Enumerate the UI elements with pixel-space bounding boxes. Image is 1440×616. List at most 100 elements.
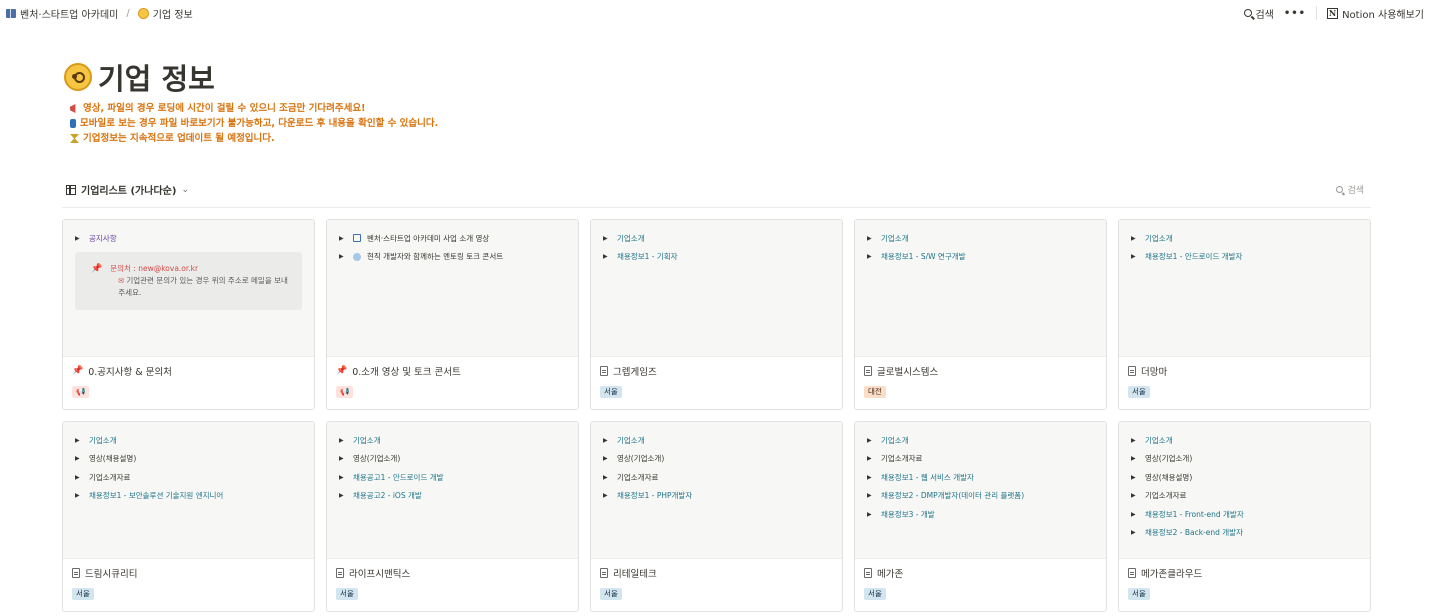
toggle-arrow-icon[interactable]: ▶	[1131, 511, 1139, 518]
card-title-text: 드림시큐리티	[85, 569, 138, 580]
toggle-item[interactable]: ▶ 영상(기업소개)	[603, 450, 830, 469]
toggle-arrow-icon[interactable]: ▶	[867, 492, 875, 499]
card-title[interactable]: 메가존	[864, 566, 903, 580]
notice-text: 영상, 파일의 경우 로딩에 시간이 걸릴 수 있으니 조금만 기다려주세요!	[83, 103, 366, 114]
notice-text: 기업정보는 지속적으로 업데이트 될 예정입니다.	[83, 133, 275, 144]
toggle-arrow-icon[interactable]: ▶	[75, 474, 83, 481]
toggle-item[interactable]: ▶ 기업소개자료	[867, 450, 1094, 469]
toggle-arrow-icon[interactable]: ▶	[867, 511, 875, 518]
card-title[interactable]: 드림시큐리티	[72, 566, 137, 580]
toggle-arrow-icon[interactable]: ▶	[603, 253, 611, 260]
toggle-arrow-icon[interactable]: ▶	[603, 235, 611, 242]
toggle-arrow-icon[interactable]: ▶	[603, 437, 611, 444]
toggle-item[interactable]: ▶ 기업소개자료	[1131, 487, 1358, 506]
toggle-item[interactable]: ▶ 공지사항	[75, 229, 302, 248]
breadcrumb-page[interactable]: 기업 정보	[153, 6, 193, 21]
toggle-item[interactable]: ▶ 기업소개	[75, 431, 302, 450]
toggle-arrow-icon[interactable]: ▶	[75, 437, 83, 444]
toggle-arrow-icon[interactable]: ▶	[75, 455, 83, 462]
toggle-arrow-icon[interactable]: ▶	[867, 253, 875, 260]
toggle-arrow-icon[interactable]: ▶	[1131, 253, 1139, 260]
gallery-card[interactable]: ▶ 기업소개 ▶ 영상(기업소개) ▶ 기업소개자료 ▶ 채용정보1 - PHP개발자 리테일테…	[590, 421, 843, 612]
toggle-item[interactable]: ▶ 채용정보1 - S/W 연구개발	[867, 248, 1094, 267]
toggle-item[interactable]: ▶ 기업소개자료	[75, 468, 302, 487]
toggle-item[interactable]: ▶ 기업소개	[867, 431, 1094, 450]
toggle-arrow-icon[interactable]: ▶	[75, 492, 83, 499]
notice-list: 영상, 파일의 경우 로딩에 시간이 걸릴 수 있으니 조금만 기다려주세요! …	[70, 101, 438, 146]
card-title[interactable]: 더망마	[1128, 364, 1167, 378]
toggle-arrow-icon[interactable]: ▶	[603, 492, 611, 499]
toggle-label: 채용정보1 - 웹 서비스 개발자	[881, 472, 974, 482]
database-search-button[interactable]: 검색	[1336, 183, 1364, 196]
toggle-arrow-icon[interactable]: ▶	[867, 455, 875, 462]
toggle-arrow-icon[interactable]: ▶	[339, 437, 347, 444]
toggle-arrow-icon[interactable]: ▶	[867, 474, 875, 481]
card-title[interactable]: 메가존클라우드	[1128, 566, 1202, 580]
toggle-item[interactable]: ▶ 채용정보2 - DMP개발자(데이터 관리 플랫폼)	[867, 487, 1094, 506]
toggle-item[interactable]: ▶ 채용정보1 - 기획자	[603, 248, 830, 267]
toggle-arrow-icon[interactable]: ▶	[1131, 437, 1139, 444]
toggle-arrow-icon[interactable]: ▶	[1131, 529, 1139, 536]
toggle-item[interactable]: ▶ 채용정보1 - 웹 서비스 개발자	[867, 468, 1094, 487]
toggle-item[interactable]: ▶ 영상(채용설명)	[1131, 468, 1358, 487]
view-selector[interactable]: 기업리스트 (가나다순) ⌄	[66, 182, 189, 197]
gallery-card[interactable]: ▶ 기업소개 ▶ 영상(기업소개) ▶ 영상(채용설명) ▶ 기업소개자료 ▶ 채용정보1 - F…	[1118, 421, 1371, 612]
search-button[interactable]: 검색	[1244, 6, 1274, 21]
card-title[interactable]: 라이프시맨틱스	[336, 566, 410, 580]
toggle-arrow-icon[interactable]: ▶	[339, 492, 347, 499]
toggle-item[interactable]: ▶ 현직 개발자와 함께하는 멘토링 토크 콘서트	[339, 248, 566, 267]
toggle-item[interactable]: ▶ 기업소개	[1131, 229, 1358, 248]
toggle-item[interactable]: ▶ 기업소개	[603, 431, 830, 450]
card-title[interactable]: 📌 0.소개 영상 및 토크 콘서트	[336, 364, 461, 378]
toggle-arrow-icon[interactable]: ▶	[867, 437, 875, 444]
gallery-card[interactable]: ▶ 기업소개 ▶ 채용정보1 - 안드로이드 개발자 더망마 서울	[1118, 219, 1371, 410]
toggle-item[interactable]: ▶ 기업소개	[339, 431, 566, 450]
toggle-arrow-icon[interactable]: ▶	[1131, 235, 1139, 242]
toggle-item[interactable]: ▶ 채용정보3 - 개발	[867, 505, 1094, 524]
toggle-label: 기업소개	[881, 233, 909, 243]
toggle-label: 영상(기업소개)	[1145, 454, 1193, 464]
gallery-card[interactable]: ▶ 기업소개 ▶ 영상(채용설명) ▶ 기업소개자료 ▶ 채용정보1 - 보안솔루션 기술지원…	[62, 421, 315, 612]
gallery-card[interactable]: ▶ 벤처·스타트업 아카데미 사업 소개 영상 ▶ 현직 개발자와 함께하는 멘토링 …	[326, 219, 579, 410]
gallery-card[interactable]: ▶ 기업소개 ▶ 기업소개자료 ▶ 채용정보1 - 웹 서비스 개발자 ▶ 채용정보2 - D…	[854, 421, 1107, 612]
toggle-item[interactable]: ▶ 영상(기업소개)	[339, 450, 566, 469]
toggle-item[interactable]: ▶ 채용정보2 - Back-end 개발자	[1131, 524, 1358, 543]
toggle-item[interactable]: ▶ 영상(기업소개)	[1131, 450, 1358, 469]
toggle-item[interactable]: ▶ 기업소개자료	[603, 468, 830, 487]
toggle-item[interactable]: ▶ 채용정보1 - 안드로이드 개발자	[1131, 248, 1358, 267]
toggle-arrow-icon[interactable]: ▶	[339, 253, 347, 260]
breadcrumb-workspace[interactable]: 벤처·스타트업 아카데미	[20, 6, 118, 21]
toggle-item[interactable]: ▶ 기업소개	[867, 229, 1094, 248]
toggle-arrow-icon[interactable]: ▶	[1131, 492, 1139, 499]
card-title[interactable]: 글로벌시스템스	[864, 364, 938, 378]
toggle-arrow-icon[interactable]: ▶	[75, 235, 83, 242]
card-title[interactable]: 📌 0.공지사항 & 문의처	[72, 364, 172, 378]
toggle-item[interactable]: ▶ 채용정보1 - 보안솔루션 기술지원 엔지니어	[75, 487, 302, 506]
toggle-arrow-icon[interactable]: ▶	[1131, 455, 1139, 462]
more-options-button[interactable]: •••	[1284, 8, 1306, 19]
toggle-arrow-icon[interactable]: ▶	[603, 455, 611, 462]
toggle-arrow-icon[interactable]: ▶	[867, 235, 875, 242]
toggle-item[interactable]: ▶ 채용정보1 - Front-end 개발자	[1131, 505, 1358, 524]
toggle-item[interactable]: ▶ 채용공고1 - 안드로이드 개발	[339, 468, 566, 487]
toggle-item[interactable]: ▶ 영상(채용설명)	[75, 450, 302, 469]
toggle-item[interactable]: ▶ 채용정보1 - PHP개발자	[603, 487, 830, 506]
gallery-card[interactable]: ▶ 기업소개 ▶ 채용정보1 - 기획자 그렙게임즈 서울	[590, 219, 843, 410]
gallery-card[interactable]: ▶ 공지사항 📌 문의처 : new@kova.or.kr ✉ 기업관련 문의가 있는 …	[62, 219, 315, 410]
gallery-card[interactable]: ▶ 기업소개 ▶ 영상(기업소개) ▶ 채용공고1 - 안드로이드 개발 ▶ 채용공고2 - …	[326, 421, 579, 612]
gallery-card[interactable]: ▶ 기업소개 ▶ 채용정보1 - S/W 연구개발 글로벌시스템스 대전	[854, 219, 1107, 410]
card-title[interactable]: 그렙게임즈	[600, 364, 657, 378]
toggle-arrow-icon[interactable]: ▶	[339, 235, 347, 242]
callout-contact[interactable]: 문의처 : new@kova.or.kr	[110, 263, 292, 275]
toggle-arrow-icon[interactable]: ▶	[339, 455, 347, 462]
try-notion-button[interactable]: N Notion 사용해보기	[1327, 6, 1424, 21]
toggle-arrow-icon[interactable]: ▶	[1131, 474, 1139, 481]
card-title[interactable]: 리테일테크	[600, 566, 657, 580]
toggle-item[interactable]: ▶ 기업소개	[603, 229, 830, 248]
toggle-item[interactable]: ▶ 벤처·스타트업 아카데미 사업 소개 영상	[339, 229, 566, 248]
toggle-item[interactable]: ▶ 기업소개	[1131, 431, 1358, 450]
toggle-arrow-icon[interactable]: ▶	[339, 474, 347, 481]
toggle-label: 채용정보1 - PHP개발자	[617, 491, 693, 501]
toggle-arrow-icon[interactable]: ▶	[603, 474, 611, 481]
toggle-item[interactable]: ▶ 채용공고2 - iOS 개발	[339, 487, 566, 506]
